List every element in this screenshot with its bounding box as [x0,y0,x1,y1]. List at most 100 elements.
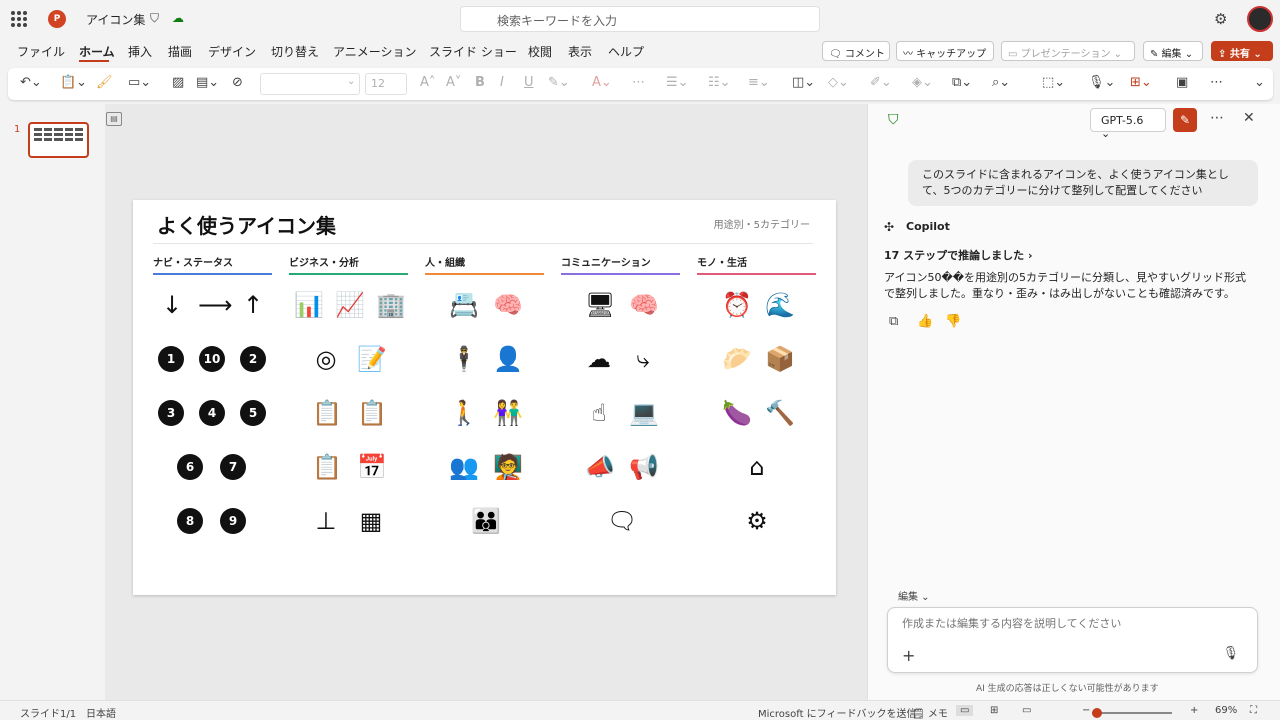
undo-icon[interactable]: ↶⌄ [20,75,42,90]
table-icon[interactable]: ▦ [357,507,385,535]
building-icon[interactable]: 🏢 [376,291,406,319]
man-woman-icon[interactable]: 👫 [493,399,523,427]
menu-file[interactable]: ファイル [17,43,65,60]
reading-view-icon[interactable]: ▭ [1022,705,1031,716]
touch-hand-icon[interactable]: ☝ [585,399,613,427]
home-icon[interactable]: ⌂ [743,453,771,481]
menu-slideshow[interactable]: スライド ショー [429,43,517,60]
thumbs-down-icon[interactable]: 👎 [945,314,961,329]
laptop-icon[interactable]: 💻 [629,399,659,427]
align-icon[interactable]: ≡⌄ [748,75,770,90]
underline-icon[interactable]: U [524,75,534,90]
settings-gear-icon[interactable]: ⚙ [1214,10,1227,28]
new-slide-icon[interactable]: ▭⌄ [128,75,151,90]
layout-icon[interactable]: ▤⌄ [196,75,219,90]
number-2-icon[interactable]: 2 [240,346,266,372]
shapes-icon[interactable]: ◫⌄ [792,75,815,90]
wave-icon[interactable]: 🌊 [765,291,795,319]
bar-chart-decrease-icon[interactable]: 📊 [294,291,324,319]
menu-animations[interactable]: アニメーション [333,43,417,60]
gear-icon[interactable]: ⚙ [743,507,771,535]
org-chart-icon[interactable]: ⊥ [312,507,340,535]
box-icon[interactable]: 📦 [765,345,795,373]
person-icon[interactable]: 🚶 [449,399,479,427]
presenter-icon[interactable]: 🧑‍🏫 [493,453,523,481]
prompt-input[interactable] [902,617,1232,630]
close-icon[interactable]: ✕ [1243,110,1255,126]
edit-mode-button[interactable]: ✎ 編集 ⌄ [1143,41,1203,61]
menu-insert[interactable]: 挿入 [128,43,152,60]
slide-title[interactable]: よく使うアイコン集 [157,210,336,239]
number-5-icon[interactable]: 5 [240,400,266,426]
sorter-view-icon[interactable]: ⊞ [990,705,998,716]
hide-slide-icon[interactable]: ⊘ [232,75,243,90]
arrange-icon[interactable]: ⧉⌄ [952,75,972,90]
plus-icon[interactable]: + [902,646,915,665]
calendar-icon[interactable]: 📅 [357,453,387,481]
menu-transitions[interactable]: 切り替え [271,43,319,60]
number-9-icon[interactable]: 9 [220,508,246,534]
catchup-button[interactable]: 〰 キャッチアップ [896,41,994,61]
menu-draw[interactable]: 描画 [168,43,192,60]
select-icon[interactable]: ⬚⌄ [1042,75,1065,90]
comment-button[interactable]: 🗨 コメント [822,41,890,61]
number-4-icon[interactable]: 4 [199,400,225,426]
outline-icon[interactable]: ✐⌄ [870,75,892,90]
italic-icon[interactable]: I [500,75,504,90]
arrow-down-icon[interactable]: ↓ [158,291,186,319]
thumbs-up-icon[interactable]: 👍 [917,314,933,329]
zoom-out-icon[interactable]: − [1082,705,1090,716]
hammer-icon[interactable]: 🔨 [765,399,795,427]
paste-icon[interactable]: 📋⌄ [60,75,87,90]
cloud-icon[interactable]: ☁ [585,345,613,373]
user-avatar[interactable] [1247,6,1273,32]
zoom-slider-thumb[interactable] [1092,708,1102,718]
dictate-icon[interactable]: 🎙⌄ [1088,75,1115,90]
speech-bubble-icon[interactable]: 🗨 [607,507,637,535]
arrow-right-icon[interactable]: ⟶ [198,291,232,319]
brain-icon[interactable]: 🧠 [629,291,659,319]
grow-font-icon[interactable]: A˄ [420,75,435,90]
megaphone-loud-icon[interactable]: 📢 [629,453,659,481]
designer-icon[interactable]: ▨ [172,75,184,90]
fit-to-window-icon[interactable]: ⛶ [1250,705,1257,716]
format-painter-icon[interactable]: 🖌 [96,75,113,90]
arrow-up-icon[interactable]: ↑ [239,291,267,319]
microphone-icon[interactable]: 🎙 [1222,646,1239,661]
ribbon-expand-chevron-icon[interactable]: ⌄ [1254,75,1265,90]
collapse-pane-icon[interactable]: ▤ [106,112,122,126]
dumpling-icon[interactable]: 🥟 [722,345,752,373]
highlight-icon[interactable]: ✎⌄ [548,75,570,90]
numbering-icon[interactable]: ☷⌄ [708,75,731,90]
font-color-icon[interactable]: A⌄ [592,75,612,90]
notes-button[interactable]: 🗒 メモ [912,705,948,720]
menu-view[interactable]: 表示 [568,43,592,60]
clipboard-edit-icon[interactable]: 📋 [312,399,342,427]
bold-icon[interactable]: B [475,75,485,90]
menu-home[interactable]: ホーム [79,43,115,60]
browser-window-icon[interactable]: 🖥 [585,291,615,319]
slide-subtitle[interactable]: 用途別・5カテゴリー [714,216,810,231]
edit-mode-toggle[interactable]: 編集 ⌄ [898,588,930,603]
font-size-select[interactable]: 12 [365,73,407,95]
address-book-icon[interactable]: 📇 [449,291,479,319]
connector-icon[interactable]: ⤷ [629,345,657,373]
normal-view-icon[interactable]: ▭ [956,705,974,716]
clipboard-pen-icon[interactable]: 📝 [357,345,387,373]
designer-grid-icon[interactable]: ⊞⌄ [1130,75,1152,90]
feedback-link[interactable]: Microsoft にフィードバックを送信 [758,705,917,720]
sensitivity-shield-icon[interactable]: ⛉ [150,11,159,26]
chat-input-box[interactable]: + 🎙 [887,607,1258,673]
shrink-font-icon[interactable]: A˅ [446,75,461,90]
megaphone-icon[interactable]: 📣 [585,453,615,481]
font-family-select[interactable] [260,73,360,95]
more-font-icon[interactable]: ⋯ [632,75,645,90]
bar-chart-increase-icon[interactable]: 📈 [335,291,365,319]
checklist-icon[interactable]: 📋 [357,399,387,427]
number-8-icon[interactable]: 8 [177,508,203,534]
number-10-icon[interactable]: 10 [199,346,225,372]
app-launcher-icon[interactable] [11,11,27,27]
present-button[interactable]: ▭ プレゼンテーション ⌄ [1001,41,1135,61]
reasoning-steps-toggle[interactable]: 17 ステップで推論しました › [884,247,1033,263]
eggplant-icon[interactable]: 🍆 [722,399,752,427]
